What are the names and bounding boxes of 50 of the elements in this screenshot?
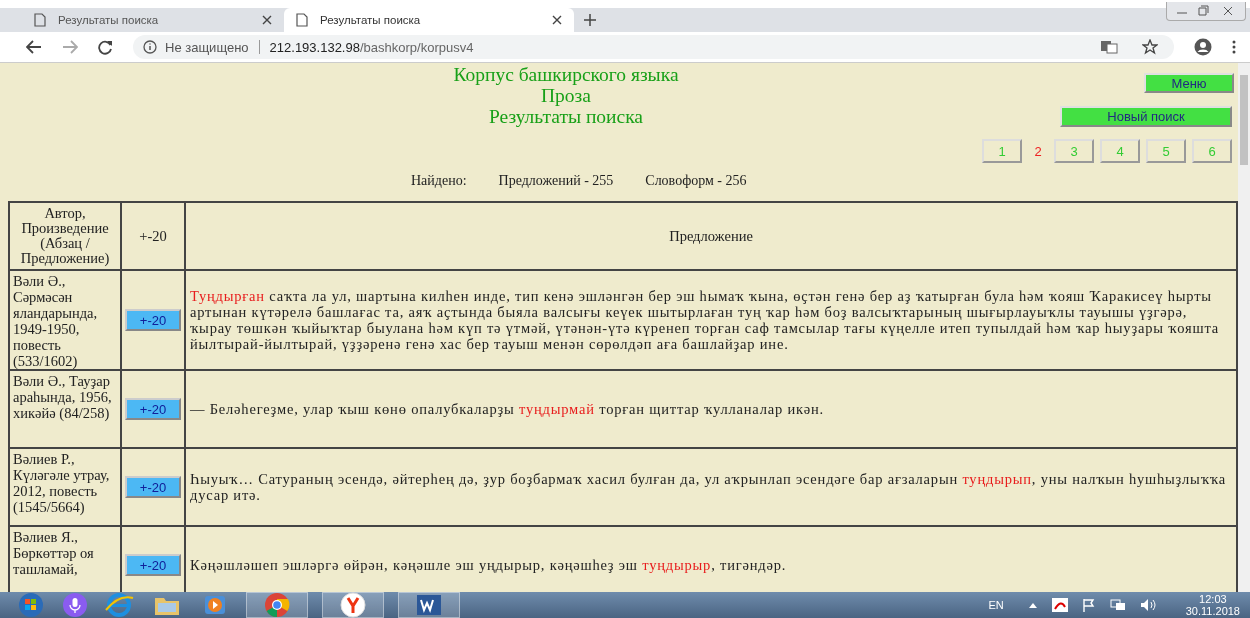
- volume-icon[interactable]: [1139, 598, 1158, 612]
- star-icon[interactable]: [1142, 39, 1158, 55]
- column-header: Автор, Произведение (Абзац / Предложение): [9, 202, 121, 270]
- back-icon[interactable]: [26, 40, 42, 54]
- clock-time[interactable]: 12:03: [1199, 593, 1227, 605]
- close-icon[interactable]: [552, 15, 562, 25]
- context-button[interactable]: +-20: [125, 309, 181, 331]
- microphone-icon[interactable]: [62, 592, 88, 618]
- wordform-count: Словоформ - 256: [645, 173, 747, 190]
- new-tab-icon[interactable]: [584, 14, 596, 26]
- context-button[interactable]: +-20: [125, 398, 181, 420]
- menu-button[interactable]: Меню: [1144, 73, 1234, 93]
- page-heading: Результаты поиска: [488, 106, 644, 127]
- sentence-cell: Һыуыҡ… Сатураның эсендә, әйтерһең дә, ҙур боҙбармаҡ хасил булған да, ул аҡрынлап эсендәге бар ағзаларын туңдырып, уны налҡын һушһыҙлыҡҡа дусар итә.: [185, 448, 1237, 526]
- column-header: +-20: [121, 202, 185, 270]
- language-indicator[interactable]: EN: [988, 599, 1004, 611]
- info-icon: [143, 40, 157, 54]
- page-icon: [34, 13, 46, 27]
- antivirus-icon[interactable]: [1051, 598, 1068, 612]
- word-icon[interactable]: [414, 592, 444, 618]
- context-button[interactable]: +-20: [125, 554, 181, 576]
- yandex-icon[interactable]: [340, 592, 366, 618]
- sentence-count: Предложений - 255: [498, 173, 614, 190]
- page-icon: [296, 13, 308, 27]
- account-icon[interactable]: [1194, 38, 1212, 56]
- source-cell: Вәлиев Р., Күләгәле утрау, 2012, повесть (1545/5664): [9, 448, 121, 526]
- address-field[interactable]: Не защищено 212.193.132.98/bashkorp/korpusv4: [133, 35, 1174, 59]
- column-header: Предложение: [185, 202, 1237, 270]
- browser-tab[interactable]: Результаты поиска: [284, 8, 574, 32]
- source-cell: Вәли Ә., Сәрмәсән яландарында, 1949-1950, повесть (533/1602): [9, 270, 121, 370]
- translate-icon[interactable]: [1100, 40, 1118, 54]
- section-title: Проза: [541, 85, 591, 106]
- sentence-cell: — Беләһегеҙме, улар ҡыш көнө опалубкаларҙы туңдырмай торған щиттар ҡулланалар икән.: [185, 370, 1237, 448]
- site-title: Корпус башкирского языка: [453, 64, 679, 85]
- tray-arrow-icon[interactable]: [1027, 601, 1038, 609]
- browser-tab[interactable]: Результаты поиска: [22, 8, 284, 32]
- context-button[interactable]: +-20: [125, 476, 181, 498]
- new-search-button[interactable]: Новый поиск: [1060, 106, 1232, 127]
- flag-icon[interactable]: [1081, 598, 1096, 612]
- sentence-cell: Туңдырған саҡта ла ул, шартына килһен инде, тип кенә эшләнгән бер эш һымаҡ ҡына, өҫтән генә бер аҙ ҡатырған була һәм ҡояш Ҡаракисеү һырты артынан күтәрелә башлағас та, аяҡ аҫтында быяла валсығы кеүек шытырлаған туң ҡар һәм боҙ валсыҡтарының шығырлауыҡлы тауышы үҙгәрә, ҡырау төшкән ҡыйыҡтар быулана һәм күп тә үтмәй, үтәнән-үтә күренеп торған саф тамсылар тағы күңелле итеп тупылдай һәм ҡар һыуҙары ҡояшта йылтырай-йылтырай, үҙҙәренә генә хас бер тауыш менән сөрөлдәп аға башлайҙар ине.: [185, 270, 1237, 370]
- clock-date[interactable]: 30.11.2018: [1185, 605, 1240, 617]
- browser-e-icon[interactable]: [102, 592, 136, 618]
- more-icon[interactable]: [1232, 40, 1236, 54]
- reload-icon[interactable]: [98, 39, 113, 55]
- close-icon[interactable]: [262, 15, 272, 25]
- current-page: 2: [1033, 143, 1043, 159]
- found-label: Найдено:: [411, 173, 467, 190]
- network-icon[interactable]: [1109, 598, 1126, 612]
- source-cell: Вәли Ә., Тауҙар араһында, 1956, хикәйә (84/258): [9, 370, 121, 448]
- chrome-icon[interactable]: [264, 592, 290, 618]
